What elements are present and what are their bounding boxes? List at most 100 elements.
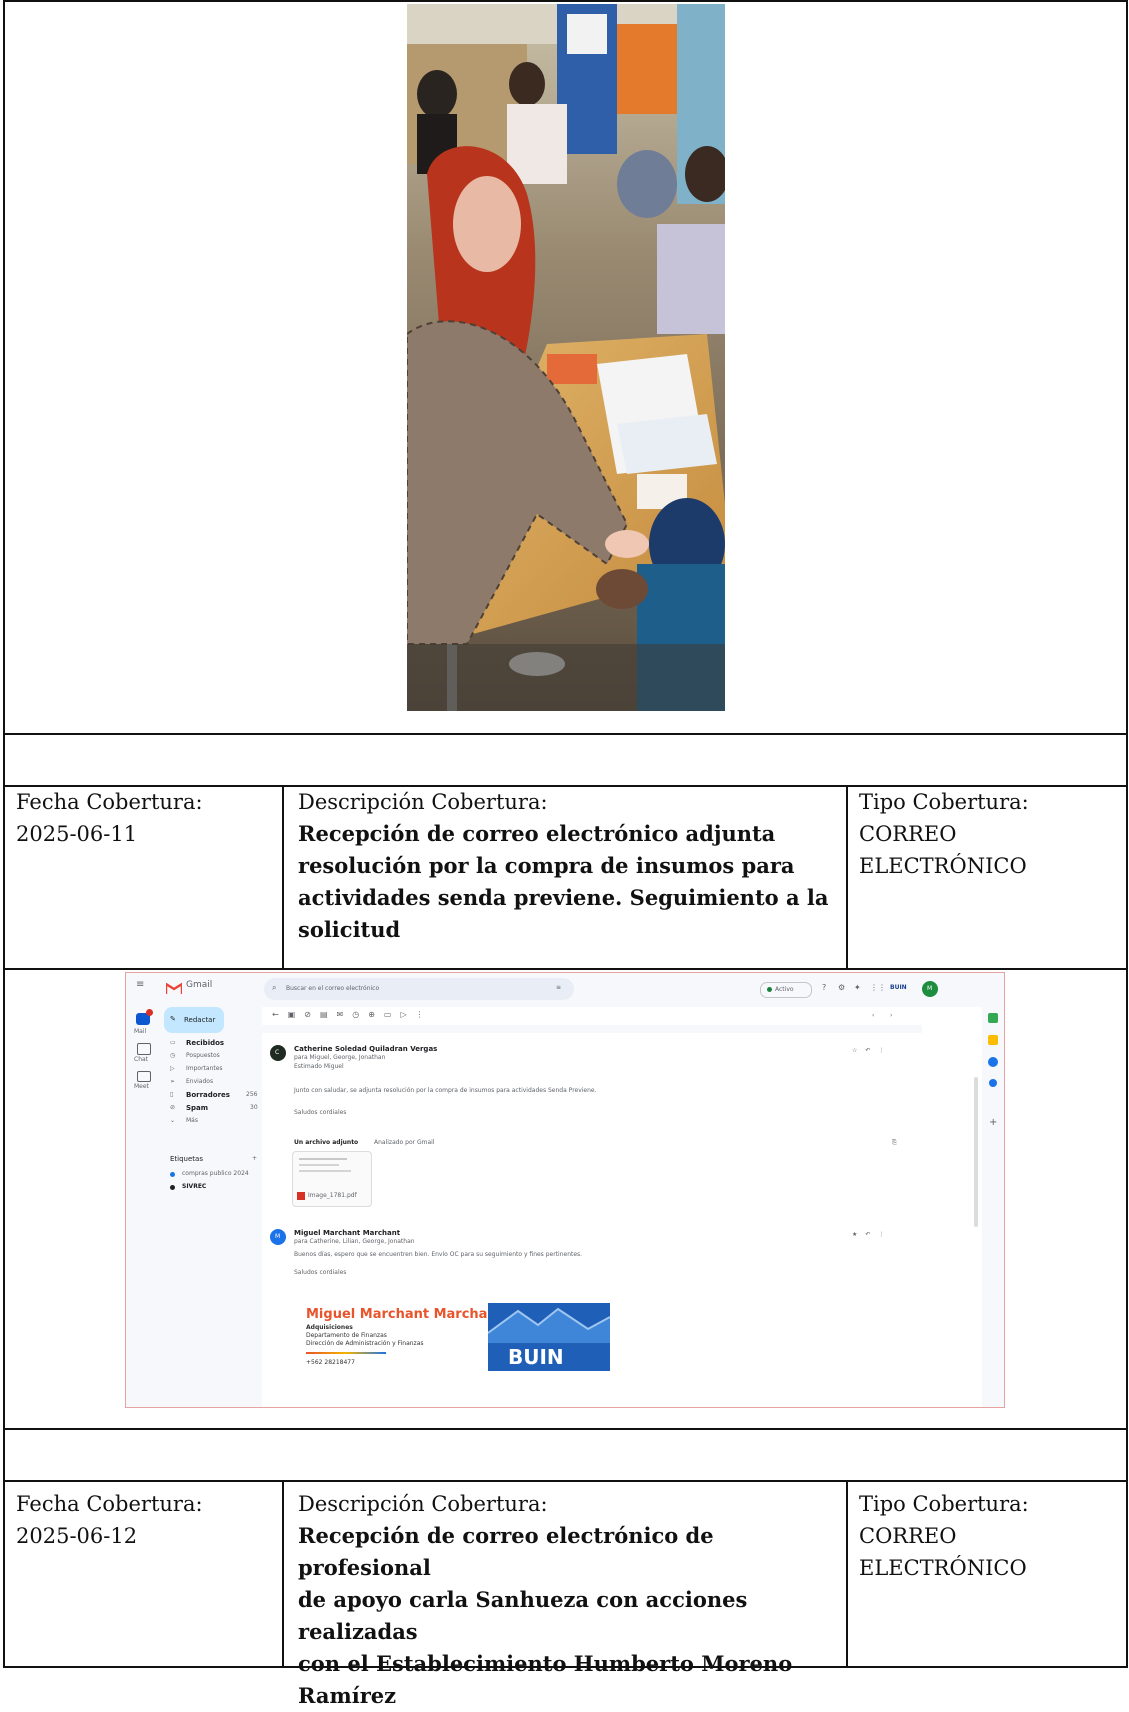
gmail-sidebar: Gmail ✎ Redactar Recibidos ▭ Pospuestos … (162, 973, 262, 1407)
thread-scrollbar[interactable] (974, 1077, 978, 1227)
nav-snoozed[interactable]: Pospuestos (186, 1052, 220, 1060)
table-row-divider (3, 968, 1128, 970)
nav-inbox[interactable]: Recibidos (186, 1039, 224, 1048)
clock-icon: ◷ (170, 1052, 176, 1059)
sparkle-icon[interactable]: ✦ (854, 984, 861, 992)
message1-sender: Catherine Soledad Quiladran Vergas (294, 1045, 438, 1053)
gmail-app-rail: ≡ Mail Chat Meet (126, 973, 162, 1407)
drive-add-icon[interactable]: ⎘ (892, 1139, 897, 1147)
message1-greeting: Estimado Miguel (294, 1063, 344, 1070)
status-chip[interactable]: Activo (760, 982, 812, 998)
gmail-logo-icon (164, 979, 184, 994)
message1-recipients: para Miguel, George, Jonathan (294, 1054, 386, 1061)
attachment-header: Un archivo adjunto (294, 1139, 359, 1146)
message2-recipients: para Catherine, Lilian, George, Jonathan (294, 1238, 415, 1245)
row1-descripcion-line-4: solicitud (298, 917, 401, 942)
message2-sender: Miguel Marchant Marchant (294, 1229, 401, 1237)
pdf-icon (297, 1192, 305, 1200)
signature-phone: +562 28218477 (306, 1359, 355, 1366)
row2-descripcion-label: Descripción Cobertura: (298, 1492, 548, 1516)
menu-icon[interactable]: ≡ (136, 980, 144, 990)
row2-fecha-cell: Fecha Cobertura: 2025-06-12 (16, 1488, 276, 1552)
labels-header: Etiquetas (170, 1155, 203, 1163)
keep-icon[interactable] (988, 1035, 998, 1045)
rail-chat-label: Chat (134, 1056, 149, 1063)
filter-icon[interactable]: ≡ (556, 984, 561, 992)
label-compras[interactable]: compras publico 2024 (182, 1170, 249, 1178)
chevron-down-icon: ⌄ (170, 1117, 176, 1124)
table-col-divider (282, 785, 284, 970)
help-icon[interactable]: ? (822, 984, 826, 992)
row2-tipo-label: Tipo Cobertura: (859, 1492, 1029, 1516)
label-dot-icon (170, 1185, 175, 1190)
table-row-divider (3, 785, 1128, 787)
row2-descripcion-line-1: Recepción de correo electrónico de profe… (298, 1523, 714, 1580)
send-icon: ➢ (170, 1078, 176, 1085)
pencil-icon: ✎ (170, 1015, 176, 1023)
thread-toolbar-icons[interactable]: ←▣⊘▤✉◷⊕▭▷⋮ (272, 1011, 433, 1019)
collapsed-message-bar[interactable] (262, 1025, 922, 1033)
table-row-divider (3, 733, 1128, 735)
row1-fecha-label: Fecha Cobertura: (16, 790, 203, 814)
row1-tipo-label: Tipo Cobertura: (859, 790, 1029, 814)
calendar-icon[interactable] (988, 1013, 998, 1023)
table-row-divider (3, 1428, 1128, 1430)
contacts-icon[interactable] (989, 1079, 997, 1087)
search-icon: ⌕ (272, 983, 277, 992)
row2-tipo-cell: Tipo Cobertura: CORREO ELECTRÓNICO (859, 1488, 1119, 1584)
row2-fecha-label: Fecha Cobertura: (16, 1492, 203, 1516)
attachment-name: Image_1781.pdf (308, 1192, 357, 1199)
message2-body: Buenos días, espero que se encuentren bi… (294, 1251, 583, 1258)
row1-fecha-cell: Fecha Cobertura: 2025-06-11 (16, 786, 276, 850)
drafts-count: 256 (246, 1091, 258, 1098)
spam-icon: ⊘ (170, 1104, 176, 1111)
row1-tipo-line-1: CORREO (859, 822, 957, 846)
document-page: Fecha Cobertura: 2025-06-11 Descripción … (0, 0, 1129, 1708)
attachment-preview-line (299, 1164, 339, 1166)
nav-spam[interactable]: Spam (186, 1104, 208, 1113)
row1-descripcion-line-1: Recepción de correo electrónico adjunta (298, 821, 776, 846)
add-addon-icon[interactable]: + (989, 1118, 997, 1128)
compose-button[interactable]: ✎ Redactar (164, 1007, 224, 1033)
attachment-card[interactable]: Image_1781.pdf (292, 1151, 372, 1207)
sender-avatar-letter: C (275, 1049, 280, 1056)
row2-tipo-line-1: CORREO (859, 1524, 957, 1548)
apps-grid-icon[interactable]: ⋮⋮ (870, 984, 886, 992)
signature-role: Adquisiciones (306, 1324, 353, 1331)
status-label: Activo (775, 986, 794, 993)
gmail-app-name: Gmail (186, 980, 213, 990)
nav-sent[interactable]: Enviados (186, 1078, 213, 1086)
label-sivrec[interactable]: SIVREC (182, 1183, 206, 1191)
gmail-thread: ←▣⊘▤✉◷⊕▭▷⋮ ‹ › C Catherine Soledad Quila… (262, 1007, 982, 1407)
chat-icon[interactable] (137, 1043, 151, 1055)
tasks-icon[interactable] (988, 1057, 998, 1067)
meet-icon[interactable] (137, 1071, 151, 1082)
status-dot-icon (767, 987, 772, 992)
row1-tipo-line-2: ELECTRÓNICO (859, 854, 1027, 878)
mountain-icon (487, 1307, 611, 1343)
message1-closing: Saludos cordiales (294, 1109, 347, 1116)
next-icon[interactable]: › (890, 1012, 892, 1020)
gear-icon[interactable]: ⚙ (838, 984, 845, 992)
signature-name: Miguel Marchant Marchant (306, 1307, 503, 1322)
activity-photo (407, 4, 725, 711)
unread-badge (146, 1009, 153, 1016)
prev-icon[interactable]: ‹ (872, 1012, 874, 1020)
row1-fecha-value: 2025-06-11 (16, 822, 138, 846)
attachment-note: Analizado por Gmail (374, 1139, 435, 1146)
compose-label: Redactar (184, 1016, 216, 1024)
nav-drafts[interactable]: Borradores (186, 1091, 230, 1100)
nav-important[interactable]: Importantes (186, 1065, 223, 1073)
message2-actions[interactable]: ★↶⋮ (852, 1231, 892, 1239)
table-col-divider (846, 1480, 848, 1668)
row2-descripcion-cell: Descripción Cobertura: Recepción de corr… (298, 1488, 838, 1712)
add-label-icon[interactable]: + (252, 1155, 257, 1163)
nav-more[interactable]: Más (186, 1117, 198, 1125)
attachment-preview-line (299, 1170, 351, 1172)
row2-descripcion-line-4: Ramírez (298, 1683, 397, 1708)
table-col-divider (282, 1480, 284, 1668)
message1-actions[interactable]: ☆↶⋮ (852, 1047, 892, 1055)
rail-meet-label: Meet (134, 1083, 149, 1090)
search-bar[interactable]: ⌕ Buscar en el correo electrónico ≡ (264, 978, 574, 1000)
gmail-screenshot: ≡ Mail Chat Meet Gmail ✎ Redactar Recibi… (125, 972, 1005, 1408)
